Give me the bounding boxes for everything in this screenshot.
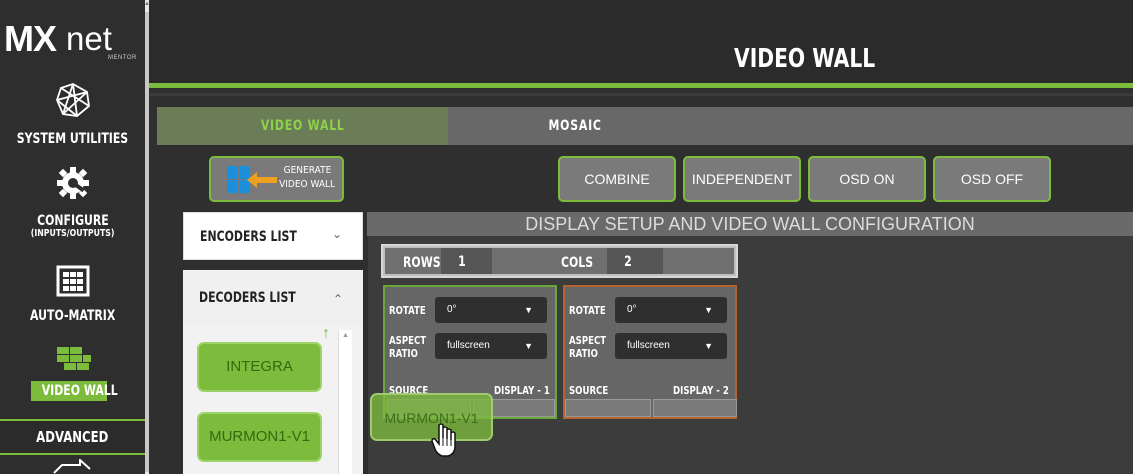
sidebar-item-system-utilities[interactable]: SYSTEM UTILITIES bbox=[0, 82, 145, 148]
rows-input[interactable]: 1 bbox=[441, 248, 492, 274]
tab-mosaic[interactable]: MOSAIC bbox=[448, 107, 1133, 145]
caret-down-icon: ▼ bbox=[704, 341, 713, 351]
app-root: MX net MENTOR SYSTEM UTILITIES CONFIGURE… bbox=[0, 0, 1133, 474]
sidebar: MX net MENTOR SYSTEM UTILITIES CONFIGURE… bbox=[0, 0, 145, 474]
chevron-down-icon: ⌄ bbox=[331, 227, 342, 241]
header: VIDEO WALL bbox=[149, 0, 1133, 88]
independent-button[interactable]: INDEPENDENT bbox=[683, 156, 801, 202]
sidebar-item-label: SYSTEM UTILITIES bbox=[16, 131, 129, 147]
logo: MX net MENTOR bbox=[0, 0, 145, 72]
setup-title: DISPLAY SETUP AND VIDEO WALL CONFIGURATI… bbox=[367, 212, 1133, 236]
ratio-label: RATIO bbox=[389, 347, 418, 360]
arrows-icon bbox=[53, 459, 91, 474]
logo-tag: MENTOR bbox=[108, 55, 137, 61]
tab-label: MOSAIC bbox=[548, 118, 603, 134]
list-item[interactable]: INTEGRA bbox=[197, 342, 322, 392]
cols-input[interactable]: 2 bbox=[607, 248, 663, 274]
generate-label-2: VIDEO WALL bbox=[279, 179, 335, 190]
sidebar-item-advanced[interactable]: ADVANCED bbox=[0, 419, 145, 455]
rotate-label: ROTATE bbox=[569, 304, 606, 317]
page-title: VIDEO WALL bbox=[734, 44, 876, 74]
gear-wrench-icon bbox=[56, 167, 89, 199]
rotate-value: 0° bbox=[627, 304, 637, 315]
sidebar-item-auto-matrix[interactable]: AUTO-MATRIX bbox=[0, 265, 145, 325]
generate-video-wall-button[interactable]: GENERATE VIDEO WALL bbox=[209, 156, 344, 202]
sidebar-item-configure[interactable]: CONFIGURE (INPUTS/OUTPUTS) bbox=[0, 165, 145, 239]
video-wall-icon bbox=[56, 347, 91, 370]
osd-off-button[interactable]: OSD OFF bbox=[933, 156, 1051, 202]
aspect-value: fullscreen bbox=[447, 340, 490, 351]
rows-value: 1 bbox=[458, 254, 466, 270]
sidebar-item-video-wall[interactable]: VIDEO WALL bbox=[31, 381, 118, 401]
decoders-list-label: DECODERS LIST bbox=[199, 290, 296, 306]
display-name: DISPLAY - 1 bbox=[494, 384, 550, 397]
sidebar-item-label: VIDEO WALL bbox=[41, 383, 118, 399]
encoders-list-label: ENCODERS LIST bbox=[200, 229, 297, 245]
aspect-label: ASPECT bbox=[389, 334, 427, 347]
caret-down-icon: ▼ bbox=[524, 305, 533, 315]
ratio-label: RATIO bbox=[569, 347, 598, 360]
scroll-up-icon[interactable]: ▲ bbox=[342, 332, 349, 339]
cols-value: 2 bbox=[624, 254, 632, 270]
combine-button[interactable]: COMBINE bbox=[558, 156, 676, 202]
matrix-grid-icon bbox=[56, 265, 89, 297]
source-label: SOURCE bbox=[569, 384, 609, 397]
caret-down-icon: ▼ bbox=[524, 341, 533, 351]
rotate-label: ROTATE bbox=[389, 304, 426, 317]
network-globe-icon bbox=[55, 83, 90, 117]
caret-down-icon: ▼ bbox=[704, 305, 713, 315]
rotate-select[interactable]: 0° ▼ bbox=[435, 297, 547, 323]
tab-bar: VIDEO WALL MOSAIC bbox=[157, 107, 1133, 145]
display-name: DISPLAY - 2 bbox=[673, 384, 729, 397]
aspect-select[interactable]: fullscreen ▼ bbox=[435, 333, 547, 359]
arrow-up-icon: ↑ bbox=[322, 325, 330, 342]
sidebar-item-label: AUTO-MATRIX bbox=[29, 308, 116, 324]
encoders-list-header[interactable]: ENCODERS LIST ⌄ bbox=[183, 212, 363, 260]
hand-cursor-icon bbox=[431, 423, 456, 457]
rows-label: ROWS bbox=[403, 255, 441, 271]
sidebar-video-wall-icon-wrap[interactable] bbox=[0, 345, 145, 375]
decoders-scrollbar[interactable]: ▲ bbox=[338, 330, 352, 474]
decoders-list-header[interactable]: DECODERS LIST ⌃ bbox=[183, 270, 363, 326]
sidebar-item-sublabel: (INPUTS/OUTPUTS) bbox=[30, 228, 115, 239]
logo-main: MX bbox=[4, 18, 57, 59]
generate-label: GENERATE bbox=[283, 165, 331, 176]
tab-label: VIDEO WALL bbox=[260, 118, 345, 134]
display-slot[interactable] bbox=[653, 399, 737, 417]
aspect-value: fullscreen bbox=[627, 340, 670, 351]
rotate-value: 0° bbox=[447, 304, 457, 315]
source-slot[interactable] bbox=[565, 399, 651, 417]
rows-cols-bar: ROWS 1 COLS 2 bbox=[381, 244, 738, 278]
osd-on-button[interactable]: OSD ON bbox=[808, 156, 926, 202]
divider bbox=[149, 93, 1133, 96]
rotate-select[interactable]: 0° ▼ bbox=[615, 297, 727, 323]
tab-video-wall[interactable]: VIDEO WALL bbox=[157, 107, 448, 145]
aspect-label: ASPECT bbox=[569, 334, 607, 347]
chevron-up-icon: ⌃ bbox=[332, 292, 343, 306]
sidebar-item-label: CONFIGURE bbox=[36, 213, 109, 229]
sidebar-item-label: ADVANCED bbox=[36, 428, 109, 446]
display-tile-2[interactable]: ROTATE 0° ▼ ASPECT RATIO fullscreen ▼ SOUR… bbox=[563, 285, 737, 419]
list-item[interactable]: MURMON1-V1 bbox=[197, 412, 322, 462]
logo-suffix: net bbox=[66, 20, 112, 57]
aspect-select[interactable]: fullscreen ▼ bbox=[615, 333, 727, 359]
cols-label: COLS bbox=[561, 255, 594, 271]
